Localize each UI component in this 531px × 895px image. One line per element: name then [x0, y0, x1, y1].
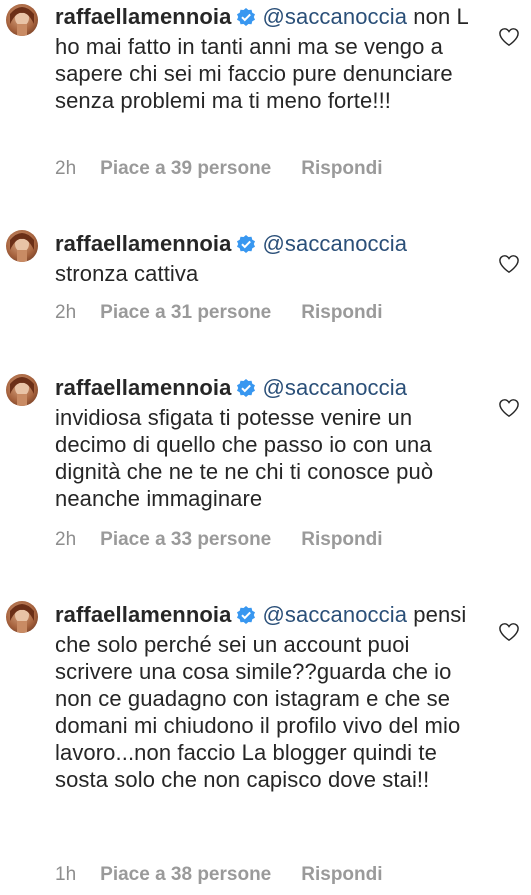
avatar[interactable]: [6, 374, 38, 406]
mention-link[interactable]: @saccanoccia: [262, 375, 407, 400]
verified-badge-icon: [236, 233, 256, 260]
comment-time: 2h: [55, 302, 77, 323]
mention-link[interactable]: @saccanoccia: [262, 231, 407, 256]
reply-button[interactable]: Rispondi: [301, 302, 382, 324]
comment-body: pensi che solo perché sei un account puo…: [55, 602, 467, 792]
like-heart-icon[interactable]: [498, 27, 520, 47]
comment-text: raffaellamennoia @saccanoccia non L ho ma…: [55, 3, 480, 114]
comment-time: 1h: [55, 864, 77, 885]
comment-text: raffaellamennoia @saccanoccia invidiosa s…: [55, 374, 480, 512]
username[interactable]: raffaellamennoia: [55, 4, 231, 29]
mention-link[interactable]: @saccanoccia: [262, 602, 407, 627]
username[interactable]: raffaellamennoia: [55, 375, 231, 400]
mention-link[interactable]: @saccanoccia: [262, 4, 407, 29]
avatar[interactable]: [6, 230, 38, 262]
reply-button[interactable]: Rispondi: [301, 158, 382, 180]
verified-badge-icon: [236, 6, 256, 33]
comment-body: invidiosa sfigata ti potesse venire un d…: [55, 405, 434, 511]
likes-count[interactable]: Piace a 31 persone: [100, 302, 271, 324]
verified-badge-icon: [236, 604, 256, 631]
username[interactable]: raffaellamennoia: [55, 602, 231, 627]
reply-button[interactable]: Rispondi: [301, 529, 382, 551]
comment-text: raffaellamennoia @saccanoccia pensi che s…: [55, 601, 480, 793]
like-heart-icon[interactable]: [498, 398, 520, 418]
comment-time: 2h: [55, 529, 77, 550]
likes-count[interactable]: Piace a 33 persone: [100, 529, 271, 551]
comment-text: raffaellamennoia @saccanoccia stronza cat…: [55, 230, 480, 287]
comment-time: 2h: [55, 158, 77, 179]
username[interactable]: raffaellamennoia: [55, 231, 231, 256]
verified-badge-icon: [236, 377, 256, 404]
like-heart-icon[interactable]: [498, 254, 520, 274]
likes-count[interactable]: Piace a 38 persone: [100, 864, 271, 886]
avatar[interactable]: [6, 4, 38, 36]
comment-body: stronza cattiva: [55, 261, 199, 286]
likes-count[interactable]: Piace a 39 persone: [100, 158, 271, 180]
avatar[interactable]: [6, 601, 38, 633]
like-heart-icon[interactable]: [498, 622, 520, 642]
reply-button[interactable]: Rispondi: [301, 864, 382, 886]
